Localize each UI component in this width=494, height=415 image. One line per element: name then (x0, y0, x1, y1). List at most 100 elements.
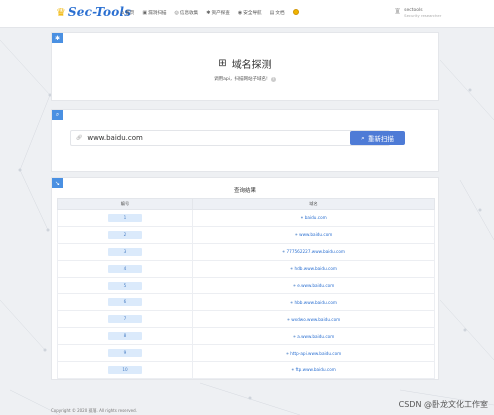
row-domain-cell[interactable]: ⚭ftp.www.baidu.com (192, 361, 435, 379)
domain-link[interactable]: ftp.www.baidu.com (296, 367, 336, 372)
nav-item-label: 安全导航 (243, 11, 262, 16)
link-icon: ⚭ (286, 316, 291, 322)
row-domain-cell[interactable]: ⚭hdb.www.baidu.com (192, 259, 435, 278)
row-id-cell: 5 (57, 276, 193, 295)
link-icon: ⚭ (289, 299, 294, 305)
row-id-cell: 2 (57, 225, 193, 244)
nav-item-5[interactable]: ▤ 文档 (270, 10, 285, 16)
table-row: 7 ⚭wxdwo.www.baidu.com (57, 310, 435, 329)
nav-item-2[interactable]: ◎ 信息收集 (175, 10, 199, 16)
domain-link[interactable]: wxdwo.www.baidu.com (291, 317, 340, 322)
table-row: 1 ⚭baidu.com (57, 209, 435, 227)
table-row: 10 ⚭ftp.www.baidu.com (57, 361, 435, 379)
home-icon: ⌂ (121, 10, 125, 16)
table-row: 4 ⚭hdb.www.baidu.com (57, 259, 435, 278)
row-id: 7 (108, 315, 142, 324)
user-menu[interactable]: ♜ sectools Security researcher (394, 7, 442, 19)
nav-item-label: 信息收集 (179, 11, 199, 16)
nav-item-label: 漏洞扫描 (148, 11, 167, 16)
results-title: 查询结果 (233, 188, 256, 194)
nav-item-3[interactable]: ✱ 资产探查 (206, 10, 230, 16)
table-row: 8 ⚭a.www.baidu.com (57, 327, 435, 346)
watermark: CSDN @卧龙文化工作室 (398, 400, 488, 409)
row-domain-cell[interactable]: ⚭777562227.www.baidu.com (192, 242, 435, 261)
row-id-cell: 7 (57, 310, 193, 329)
domain-link[interactable]: hdb.www.baidu.com (295, 266, 338, 271)
row-id: 1 (108, 213, 142, 222)
search-card: ⌕ 🔗︎ ⌕ 重新扫描 (51, 109, 439, 172)
row-domain-cell[interactable]: ⚭baidu.com (192, 209, 435, 227)
row-id-cell: 6 (57, 293, 193, 312)
link-icon: 🔗︎ (76, 135, 83, 141)
row-domain-cell[interactable]: ⚭wxdwo.www.baidu.com (192, 310, 435, 329)
row-id-cell: 8 (57, 327, 193, 346)
row-id: 10 (108, 365, 142, 374)
row-domain-cell[interactable]: ⚭hbb.www.baidu.com (192, 293, 435, 312)
shield-icon: ◉ (237, 10, 243, 16)
link-icon: ⚭ (292, 333, 297, 339)
toolbox-icon: ▣ (142, 10, 148, 16)
row-domain-cell[interactable]: ⚭www.baidu.com (192, 225, 435, 244)
row-domain-cell[interactable]: ⚭e.www.baidu.com (192, 276, 435, 295)
row-domain-cell[interactable]: ⚭a.www.baidu.com (192, 327, 435, 346)
row-id-cell: 9 (57, 344, 193, 363)
row-id: 2 (108, 230, 142, 239)
table-row: 3 ⚭777562227.www.baidu.com (57, 242, 435, 261)
footer-copyright: Copyright © 2020 孤落. All rights reserved… (51, 408, 137, 413)
row-id: 3 (108, 247, 142, 256)
link-icon: ⚭ (294, 232, 299, 238)
table-row: 5 ⚭e.www.baidu.com (57, 276, 435, 295)
domain-link[interactable]: a.www.baidu.com (297, 334, 334, 339)
coin-icon[interactable] (292, 9, 299, 15)
row-id-cell: 3 (57, 242, 193, 261)
user-role: Security researcher (404, 13, 442, 18)
gear-icon: ✱ (206, 10, 211, 16)
domain-link[interactable]: baidu.com (305, 215, 327, 220)
link-icon: ⚭ (285, 350, 290, 356)
nav-item-label: 首页 (125, 11, 135, 16)
table-row: 9 ⚭http-api.www.baidu.com (57, 344, 435, 363)
row-id: 5 (108, 281, 142, 290)
sitemap-icon: ⊞ (218, 58, 227, 69)
link-icon: ⚭ (292, 283, 297, 288)
doc-icon: ▤ (269, 10, 275, 16)
domain-input[interactable] (87, 134, 368, 142)
table-row: 2 ⚭www.baidu.com (57, 225, 435, 244)
rescan-button-label: 重新扫描 (367, 135, 394, 143)
crown-icon: ♛ (56, 5, 66, 19)
search-tag-icon: ⌕ (52, 110, 63, 120)
nav-item-4[interactable]: ◉ 安全导航 (238, 10, 262, 16)
row-id-cell: 4 (57, 259, 193, 278)
row-domain-cell[interactable]: ⚭http-api.www.baidu.com (192, 344, 435, 363)
page-title: 域名探测 (231, 60, 272, 71)
row-id-cell: 1 (57, 209, 193, 227)
help-icon[interactable]: ? (270, 77, 276, 82)
search-icon: ⌕ (361, 133, 365, 142)
main-nav: ⌂ 首页 ▣ 漏洞扫描 ◎ 信息收集 ✱ 资产探查 ◉ 安全导航 ▤ 文档 (121, 9, 299, 16)
row-id: 8 (108, 332, 142, 341)
results-card: ↘ 查询结果 编号 域名 1 ⚭baidu.com 2 ⚭www.baidu.com 3… (51, 177, 439, 380)
link-icon: ⚭ (281, 249, 286, 255)
domain-link[interactable]: e.www.baidu.com (297, 283, 334, 288)
nav-item-0[interactable]: ⌂ 首页 (121, 10, 134, 16)
row-id: 4 (108, 264, 142, 273)
link-icon: ⚭ (291, 367, 295, 373)
page-subtitle: 调用api，扫描网站子域名! (214, 77, 268, 82)
domain-link[interactable]: http-api.www.baidu.com (290, 351, 341, 356)
nav-item-label: 文档 (275, 11, 285, 16)
avatar-icon: ♜ (394, 7, 402, 16)
header-card: ✱ ⊞ 域名探测 调用api，扫描网站子域名!? (51, 32, 439, 101)
column-header-domain: 域名 (192, 198, 435, 210)
link-icon: ⚭ (289, 266, 294, 272)
domain-link[interactable]: 777562227.www.baidu.com (287, 249, 346, 254)
column-header-id: 编号 (57, 198, 193, 210)
nav-item-1[interactable]: ▣ 漏洞扫描 (142, 10, 166, 16)
settings-tag-icon: ✱ (52, 33, 63, 43)
rescan-button[interactable]: ⌕ 重新扫描 (350, 131, 405, 145)
domain-link[interactable]: hbb.www.baidu.com (295, 300, 338, 305)
logo[interactable]: ♛ Sec-Tools (56, 5, 131, 19)
nav-item-label: 资产探查 (211, 11, 230, 16)
domain-search-box[interactable]: 🔗︎ (70, 130, 390, 146)
link-icon: ⚭ (300, 215, 304, 221)
domain-link[interactable]: www.baidu.com (299, 232, 332, 237)
